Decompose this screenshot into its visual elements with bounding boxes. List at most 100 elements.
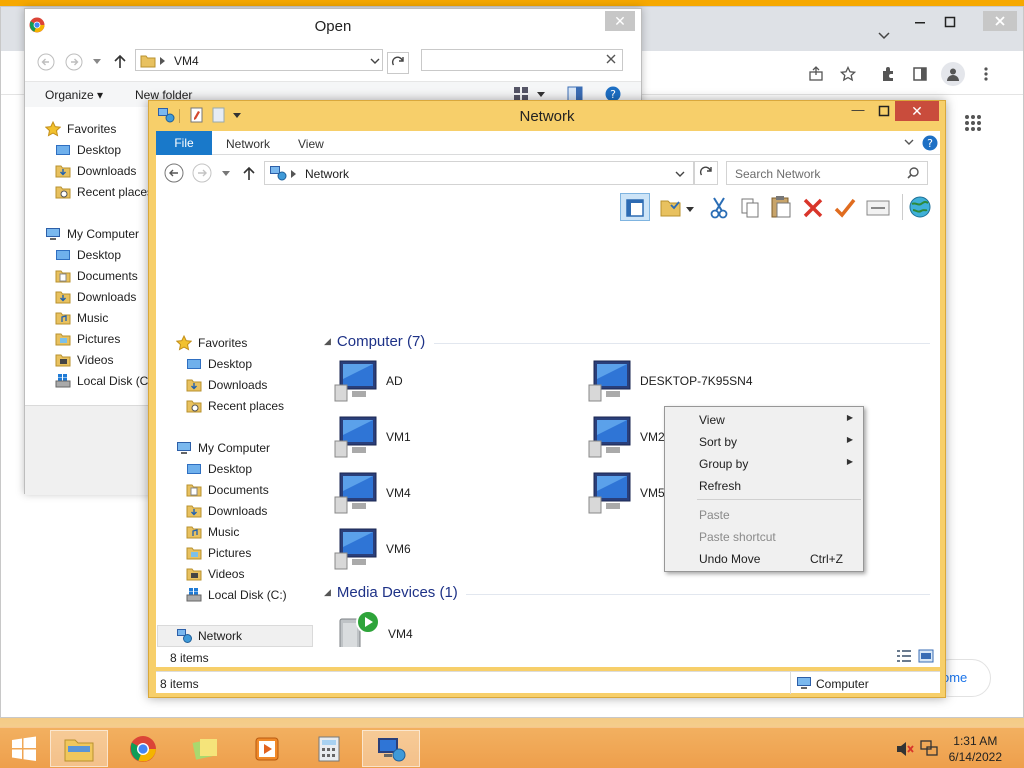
nav-network[interactable]: Network <box>157 625 313 647</box>
refresh-icon[interactable] <box>694 161 718 185</box>
menu-item-refresh[interactable]: Refresh <box>665 474 863 496</box>
nav-favorites[interactable]: Favorites <box>176 333 247 353</box>
open-nav-item[interactable]: Pictures <box>55 329 120 349</box>
explorer-close-button[interactable]: ✕ <box>895 101 939 121</box>
tab-network[interactable]: Network <box>226 137 270 151</box>
up-arrow-icon[interactable] <box>113 53 127 69</box>
computer-item[interactable]: VM4 <box>334 471 411 515</box>
taskbar-network[interactable] <box>362 730 420 767</box>
open-dialog-close-button[interactable]: ✕ <box>605 11 635 31</box>
nav-item[interactable]: Music <box>186 522 239 542</box>
open-nav-item[interactable]: Downloads <box>55 287 136 307</box>
chevron-down-icon[interactable] <box>873 25 895 47</box>
taskbar-file-explorer[interactable] <box>50 730 108 767</box>
nav-desktop[interactable]: Desktop <box>186 354 252 374</box>
share-icon[interactable] <box>805 63 827 85</box>
delete-icon[interactable] <box>802 197 824 219</box>
menu-item-group-by[interactable]: Group by ▶ <box>665 452 863 474</box>
open-nav-item[interactable]: Local Disk (C: <box>55 371 152 391</box>
computer-item[interactable]: DESKTOP-7K95SN4 <box>588 359 753 403</box>
rename-check-icon[interactable] <box>834 197 856 219</box>
open-nav-desktop[interactable]: Desktop <box>55 140 121 160</box>
help-icon[interactable]: ? <box>922 135 938 151</box>
details-view-icon[interactable] <box>896 649 912 663</box>
open-nav-downloads[interactable]: Downloads <box>55 161 136 181</box>
menu-kebab-icon[interactable] <box>975 63 997 85</box>
computer-item[interactable]: AD <box>334 359 403 403</box>
large-icons-view-icon[interactable] <box>918 649 934 663</box>
nav-item[interactable]: Pictures <box>186 543 251 563</box>
menu-item-undo-move[interactable]: Undo Move Ctrl+Z <box>665 547 863 569</box>
explorer-minimize-button[interactable]: — <box>845 101 871 121</box>
open-nav-item[interactable]: Documents <box>55 266 138 286</box>
file-tab[interactable]: File <box>156 131 212 155</box>
nav-item[interactable]: Downloads <box>186 501 267 521</box>
nav-item[interactable]: Local Disk (C:) <box>186 585 287 605</box>
nav-my-computer[interactable]: My Computer <box>176 438 270 458</box>
nav-item[interactable]: Videos <box>186 564 244 584</box>
taskbar-media-player[interactable] <box>238 730 296 767</box>
layout-pane-icon[interactable] <box>620 193 650 221</box>
cut-icon[interactable] <box>710 197 728 219</box>
address-dropdown-icon[interactable] <box>675 171 685 177</box>
up-arrow-icon[interactable] <box>242 165 256 181</box>
folder-options-icon[interactable] <box>660 197 682 217</box>
forward-arrow-icon[interactable] <box>192 163 212 183</box>
open-search-input[interactable] <box>421 49 623 71</box>
taskbar-calculator[interactable] <box>300 730 358 767</box>
address-dropdown-icon[interactable] <box>370 58 380 64</box>
tab-view[interactable]: View <box>298 137 324 151</box>
taskbar-sticky-notes[interactable] <box>176 730 234 767</box>
search-clear-icon[interactable] <box>606 54 616 64</box>
open-nav-recent-places[interactable]: Recent places <box>55 182 153 202</box>
network-status-icon[interactable] <box>920 740 938 758</box>
apps-grid-icon[interactable] <box>961 111 985 135</box>
group-header-computer[interactable]: ◢ Computer (7) <box>324 333 425 350</box>
bookmark-star-icon[interactable] <box>837 63 859 85</box>
profile-avatar-icon[interactable] <box>941 62 965 86</box>
recent-dropdown-icon[interactable] <box>222 171 230 176</box>
ribbon-expand-icon[interactable] <box>904 139 914 145</box>
computer-item[interactable]: VM1 <box>334 415 411 459</box>
system-clock[interactable]: 1:31 AM 6/14/2022 <box>949 733 1002 765</box>
nav-downloads[interactable]: Downloads <box>186 375 267 395</box>
maximize-icon[interactable] <box>939 11 961 33</box>
open-dialog-titlebar[interactable]: Open ✕ <box>25 9 641 43</box>
refresh-icon[interactable] <box>387 52 409 74</box>
organize-button[interactable]: Organize ▾ <box>45 88 103 102</box>
nav-recent-places[interactable]: Recent places <box>186 396 284 416</box>
properties-card-icon[interactable] <box>866 199 890 217</box>
explorer-address-bar[interactable]: Network <box>264 161 694 185</box>
open-nav-favorites[interactable]: Favorites <box>45 119 116 139</box>
minimize-icon[interactable] <box>909 11 931 33</box>
open-address-bar[interactable]: VM4 <box>135 49 383 71</box>
open-nav-item[interactable]: Videos <box>55 350 113 370</box>
recent-dropdown-icon[interactable] <box>93 59 101 64</box>
side-panel-icon[interactable] <box>909 63 931 85</box>
menu-item-paste[interactable]: Paste <box>665 503 863 525</box>
volume-muted-icon[interactable] <box>896 741 914 757</box>
group-header-media[interactable]: ◢ Media Devices (1) <box>324 584 458 601</box>
folder-options-dropdown-icon[interactable] <box>686 207 694 212</box>
menu-item-sort-by[interactable]: Sort by ▶ <box>665 430 863 452</box>
computer-item[interactable]: VM2 <box>588 415 665 459</box>
paste-icon[interactable] <box>770 195 792 219</box>
computer-item[interactable]: VM6 <box>334 527 411 571</box>
open-nav-item[interactable]: Music <box>55 308 108 328</box>
explorer-titlebar[interactable]: Network — ✕ <box>149 101 945 131</box>
explorer-maximize-button[interactable] <box>871 101 897 121</box>
globe-icon[interactable] <box>908 195 932 219</box>
menu-item-view[interactable]: View ▶ <box>665 408 863 430</box>
back-arrow-icon[interactable] <box>37 53 55 71</box>
computer-item[interactable]: VM5 <box>588 471 665 515</box>
open-nav-my-computer[interactable]: My Computer <box>45 224 139 244</box>
back-arrow-icon[interactable] <box>164 163 184 183</box>
forward-arrow-icon[interactable] <box>65 53 83 71</box>
nav-item[interactable]: Desktop <box>186 459 252 479</box>
extensions-icon[interactable] <box>877 63 899 85</box>
nav-item[interactable]: Documents <box>186 480 269 500</box>
open-nav-item[interactable]: Desktop <box>55 245 121 265</box>
view-dropdown-icon[interactable] <box>537 92 545 97</box>
explorer-search-input[interactable]: Search Network <box>726 161 928 185</box>
copy-icon[interactable] <box>740 197 760 219</box>
